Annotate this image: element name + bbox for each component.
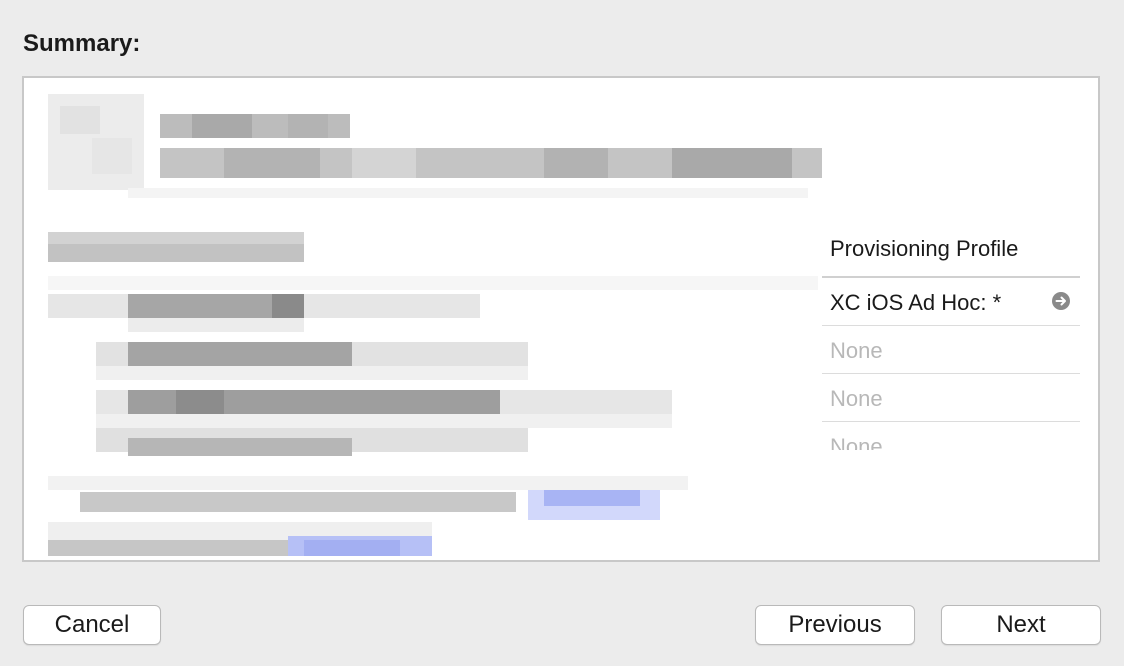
summary-panel: Provisioning Profile XC iOS Ad Hoc: * No… <box>22 76 1100 562</box>
profile-value: None <box>830 386 883 411</box>
previous-button[interactable]: Previous <box>755 605 915 645</box>
cancel-button[interactable]: Cancel <box>23 605 161 645</box>
profile-value: None <box>830 338 883 363</box>
column-header-label: Provisioning Profile <box>830 236 1019 261</box>
column-header-provisioning-profile: Provisioning Profile <box>822 226 1080 278</box>
profile-row[interactable]: None <box>822 374 1080 422</box>
profile-row[interactable]: XC iOS Ad Hoc: * <box>822 278 1080 326</box>
summary-title: Summary: <box>23 30 141 57</box>
redacted-summary-content <box>32 86 822 556</box>
profile-row[interactable]: None <box>822 422 1080 450</box>
circle-arrow-right-icon[interactable] <box>1052 292 1070 310</box>
profile-row[interactable]: None <box>822 326 1080 374</box>
profile-value: XC iOS Ad Hoc: * <box>830 290 1002 315</box>
provisioning-profile-table: Provisioning Profile XC iOS Ad Hoc: * No… <box>822 226 1080 450</box>
next-button[interactable]: Next <box>941 605 1101 645</box>
profile-value: None <box>830 434 883 450</box>
